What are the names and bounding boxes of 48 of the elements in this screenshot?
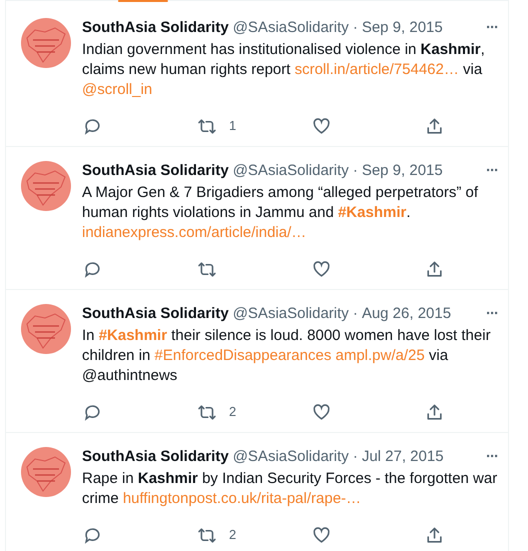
share-icon[interactable] bbox=[425, 116, 444, 136]
avatar[interactable] bbox=[21, 304, 71, 354]
more-button[interactable]: ··· bbox=[486, 304, 498, 324]
tweet-date[interactable]: Aug 26, 2015 bbox=[362, 304, 452, 324]
tweet-date[interactable]: Sep 9, 2015 bbox=[362, 18, 443, 38]
tweet-text: Indian government has institutionalised violence in Kashmir, claims new human rights report scroll.in/article/754462… via @scroll_in bbox=[82, 40, 486, 100]
tweet-date[interactable]: Sep 9, 2015 bbox=[362, 161, 443, 181]
more-button[interactable]: ··· bbox=[486, 161, 498, 181]
heart-icon[interactable] bbox=[312, 402, 331, 422]
share-icon[interactable] bbox=[425, 260, 444, 278]
display-name[interactable]: SouthAsia Solidarity bbox=[82, 447, 229, 467]
separator-dot: · bbox=[352, 447, 358, 467]
tweet-text: In #Kashmir their silence is loud. 8000 women have lost their children in #EnforcedDisappearances ampl.pw/a/25 via @authintnews bbox=[82, 326, 492, 386]
retweet-icon[interactable] bbox=[197, 526, 217, 544]
tweet-meta: @SAsiaSolidarity bbox=[232, 18, 349, 38]
avatar[interactable] bbox=[21, 18, 71, 68]
tweet-meta: @SAsiaSolidarity bbox=[232, 447, 349, 467]
reply-icon[interactable] bbox=[83, 526, 102, 544]
display-name[interactable]: SouthAsia Solidarity bbox=[82, 18, 229, 38]
more-button[interactable]: ··· bbox=[486, 447, 498, 467]
heart-icon[interactable] bbox=[312, 260, 331, 278]
retweet-icon[interactable] bbox=[197, 260, 217, 278]
tab-indicator bbox=[118, 0, 168, 2]
separator-dot: · bbox=[352, 18, 358, 38]
avatar[interactable] bbox=[21, 161, 71, 211]
share-icon[interactable] bbox=[425, 526, 444, 544]
retweet-count: 1 bbox=[229, 117, 236, 136]
retweet-icon[interactable] bbox=[197, 116, 217, 136]
tweet-text: A Major Gen & 7 Brigadiers among “alleged perpetrators” of human rights violations in Jammu and #Kashmir. indianexpress.com/article/india/… bbox=[82, 183, 480, 243]
separator-dot: · bbox=[352, 161, 358, 181]
separator-dot: · bbox=[352, 304, 358, 324]
tweet-date[interactable]: Jul 27, 2015 bbox=[362, 447, 444, 467]
reply-icon[interactable] bbox=[83, 116, 102, 136]
heart-icon[interactable] bbox=[312, 116, 331, 136]
heart-icon[interactable] bbox=[312, 526, 331, 544]
more-button[interactable]: ··· bbox=[486, 18, 498, 38]
avatar[interactable] bbox=[21, 447, 71, 497]
display-name[interactable]: SouthAsia Solidarity bbox=[82, 304, 229, 324]
reply-icon[interactable] bbox=[83, 260, 102, 278]
retweet-icon[interactable] bbox=[197, 402, 217, 422]
tweet-meta: @SAsiaSolidarity bbox=[232, 304, 349, 324]
tweet-meta: @SAsiaSolidarity bbox=[232, 161, 349, 181]
share-icon[interactable] bbox=[425, 402, 444, 422]
display-name[interactable]: SouthAsia Solidarity bbox=[82, 161, 229, 181]
retweet-count: 2 bbox=[229, 526, 236, 544]
reply-icon[interactable] bbox=[83, 402, 102, 422]
tweet-text: Rape in Kashmir by Indian Security Forces - the forgotten war crime huffingtonpost.co.uk/rita-pal/rape-… bbox=[82, 469, 498, 509]
retweet-count: 2 bbox=[229, 403, 236, 422]
